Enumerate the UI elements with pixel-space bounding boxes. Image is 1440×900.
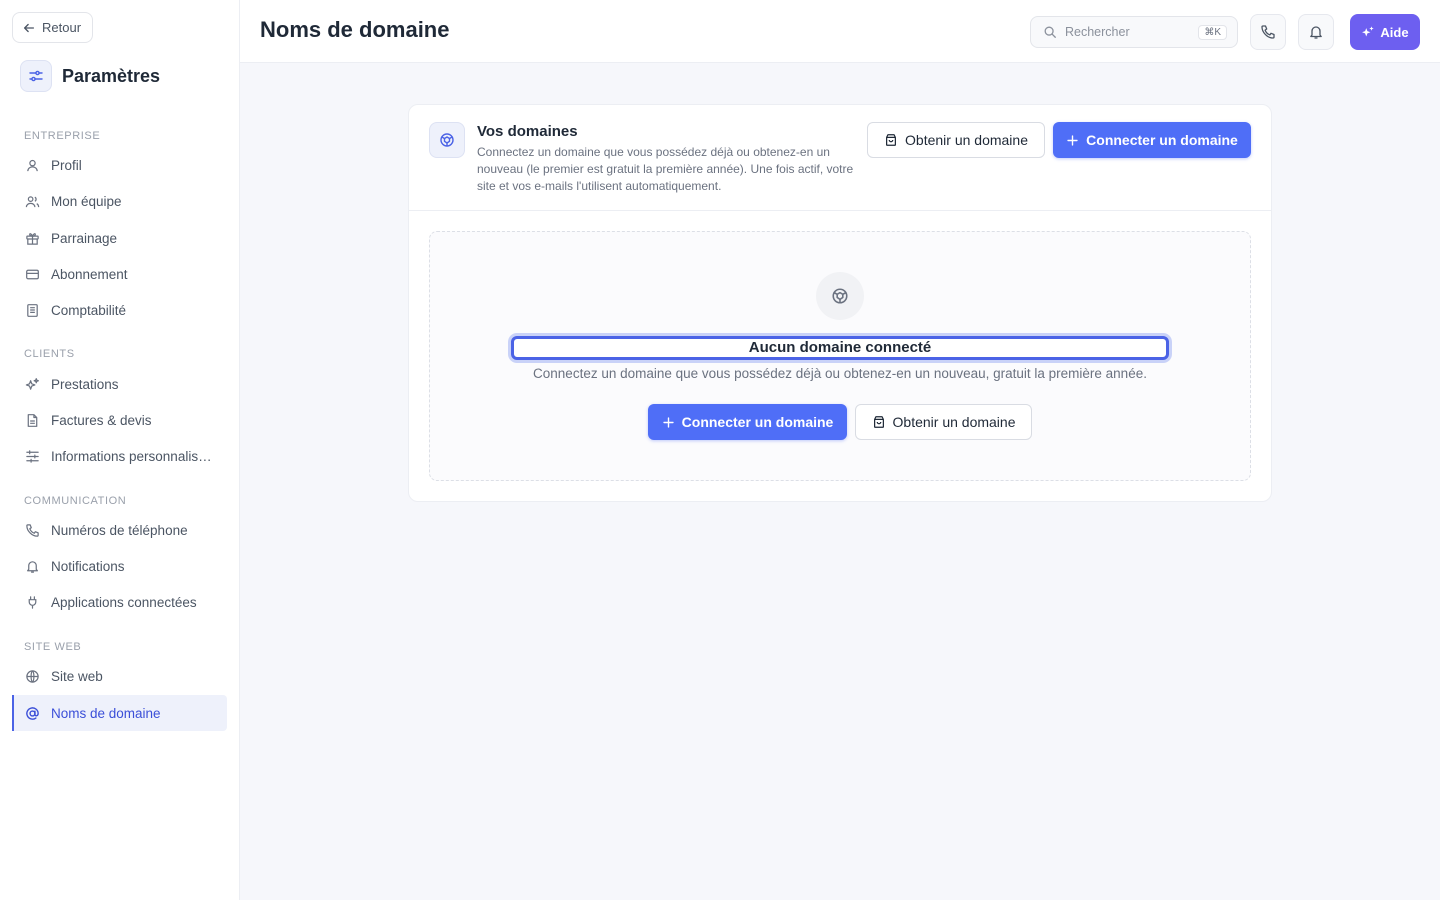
sidebar-item-label: Comptabilité (51, 302, 127, 318)
sidebar-item-prestations[interactable]: Prestations (12, 366, 227, 402)
plus-icon (1067, 134, 1078, 146)
sidebar-item-label: Applications connectées (51, 594, 197, 610)
section-label-clients: CLIENTS (24, 348, 75, 360)
sidebar-item-label: Notifications (51, 558, 125, 574)
sidebar-item-label: Prestations (51, 376, 119, 392)
empty-get-domain-button[interactable]: Obtenir un domaine (855, 404, 1032, 440)
domains-card-title: Vos domaines (477, 123, 578, 140)
sidebar-item-profil[interactable]: Profil (12, 147, 227, 183)
sidebar-item-comptabilite[interactable]: Comptabilité (12, 292, 227, 328)
search-input[interactable]: Rechercher ⌘K (1030, 16, 1238, 48)
globe-network-icon (816, 272, 864, 320)
sidebar-item-parrainage[interactable]: Parrainage (12, 220, 227, 256)
get-domain-button[interactable]: Obtenir un domaine (867, 122, 1045, 158)
sidebar-item-label: Numéros de téléphone (51, 522, 188, 538)
notifications-button[interactable] (1298, 14, 1334, 50)
connect-domain-button-label: Connecter un domaine (1086, 132, 1238, 148)
get-domain-button-label: Obtenir un domaine (905, 132, 1028, 148)
sidebar-item-label: Abonnement (51, 266, 128, 282)
user-icon (27, 159, 38, 171)
search-placeholder: Rechercher (1065, 25, 1130, 39)
phone-button[interactable] (1250, 14, 1286, 50)
empty-get-domain-button-label: Obtenir un domaine (892, 414, 1016, 430)
plus-icon (662, 416, 674, 428)
globe-icon (26, 669, 39, 683)
section-label-communication: COMMUNICATION (24, 495, 127, 507)
phone-icon (1261, 25, 1275, 39)
sidebar-item-notifications[interactable]: Notifications (12, 548, 227, 584)
gift-icon (26, 232, 39, 245)
empty-connect-domain-button[interactable]: Connecter un domaine (648, 404, 847, 440)
globe-network-icon (429, 122, 465, 158)
bell-icon (27, 560, 38, 573)
empty-state-title: Aucun domaine connecté (511, 336, 1169, 360)
sidebar-item-label: Noms de domaine (51, 705, 161, 721)
settings-title: Paramètres (62, 65, 161, 86)
phone-icon (26, 523, 39, 537)
plug-icon (28, 595, 37, 609)
sidebar-item-site-web[interactable]: Site web (12, 658, 227, 694)
sidebar-item-label: Factures & devis (51, 412, 152, 428)
sliders-icon (26, 449, 39, 463)
sparkles-icon (1362, 26, 1375, 37)
sidebar-item-applications-connectees[interactable]: Applications connectées (12, 584, 227, 620)
settings-icon (20, 60, 52, 92)
help-button[interactable]: Aide (1350, 14, 1420, 50)
users-icon (25, 195, 40, 207)
domains-card-header: Vos domaines Connectez un domaine que vo… (409, 105, 1271, 211)
ledger-icon (27, 303, 38, 317)
sidebar-item-label: Informations personnalisées (51, 448, 216, 464)
search-shortcut-badge: ⌘K (1198, 24, 1227, 40)
page-title: Noms de domaine (260, 17, 450, 42)
top-header: Noms de domaine Rechercher ⌘K Aide (240, 0, 1440, 63)
sidebar-item-label: Profil (51, 157, 82, 173)
back-button-label: Retour (42, 20, 82, 35)
back-button[interactable]: Retour (12, 12, 94, 43)
sidebar-item-numeros-telephone[interactable]: Numéros de téléphone (12, 512, 227, 548)
at-sign-icon (26, 706, 39, 720)
sidebar-item-label: Parrainage (51, 230, 118, 246)
section-label-entreprise: ENTREPRISE (24, 130, 101, 142)
shopping-bag-icon (873, 416, 884, 428)
bell-icon (1310, 26, 1322, 39)
sidebar-item-label: Site web (51, 668, 103, 684)
sidebar-item-abonnement[interactable]: Abonnement (12, 256, 227, 292)
arrow-left-icon (23, 23, 35, 32)
sidebar-item-label: Mon équipe (51, 193, 122, 209)
sidebar-item-informations-personnalisees[interactable]: Informations personnalisées (12, 438, 227, 474)
domains-card-description: Connectez un domaine que vous possédez d… (477, 145, 854, 193)
search-icon (1044, 26, 1056, 38)
section-label-site-web: SITE WEB (24, 641, 82, 653)
sparkles-icon (25, 377, 39, 390)
connect-domain-button[interactable]: Connecter un domaine (1053, 122, 1251, 158)
domains-card: Vos domaines Connectez un domaine que vo… (408, 104, 1272, 502)
empty-connect-domain-button-label: Connecter un domaine (681, 414, 834, 430)
shopping-bag-icon (886, 134, 897, 146)
document-icon (27, 413, 38, 427)
credit-card-icon (26, 269, 39, 279)
settings-header: Paramètres (20, 60, 160, 92)
sidebar-item-factures-devis[interactable]: Factures & devis (12, 402, 227, 438)
settings-sidebar: Retour Paramètres ENTREPRISE Profil Mon … (0, 0, 240, 900)
empty-state: Aucun domaine connecté Connectez un doma… (429, 231, 1251, 481)
sidebar-item-mon-equipe[interactable]: Mon équipe (12, 183, 227, 219)
empty-state-description: Connectez un domaine que vous possédez d… (533, 366, 1147, 381)
sidebar-item-noms-de-domaine[interactable]: Noms de domaine (12, 695, 227, 731)
help-button-label: Aide (1380, 24, 1409, 40)
